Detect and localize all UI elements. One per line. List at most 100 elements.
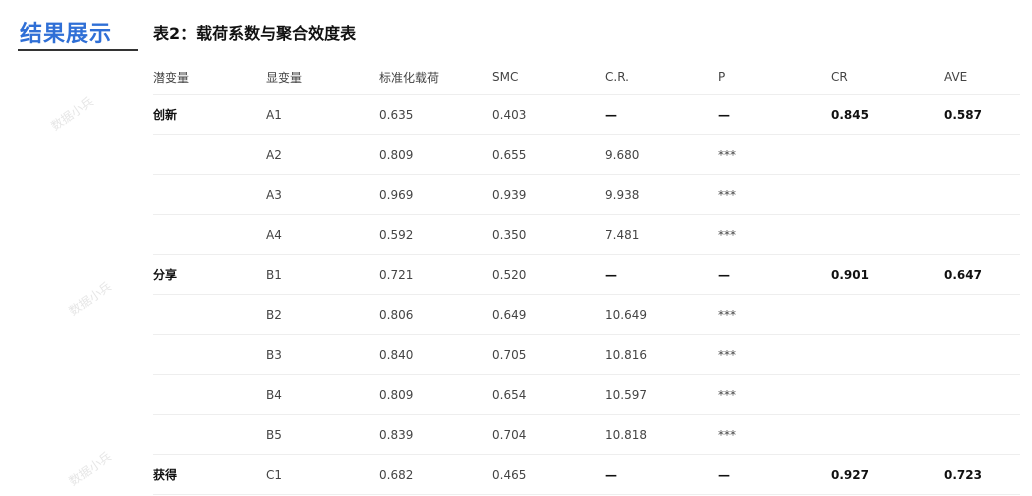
latent-variable-cell bbox=[153, 294, 266, 335]
loading-cell: 0.682 bbox=[379, 454, 492, 495]
smc-cell: 0.649 bbox=[492, 294, 605, 335]
header-composite-reliability: CR bbox=[831, 70, 848, 84]
ave-cell: 0.723 bbox=[944, 454, 1020, 495]
ave-cell bbox=[944, 294, 1020, 335]
critical-ratio-cell: — bbox=[605, 254, 718, 295]
header-smc: SMC bbox=[492, 70, 519, 84]
composite-reliability-cell: 0.845 bbox=[831, 94, 944, 135]
smc-cell: 0.705 bbox=[492, 334, 605, 375]
critical-ratio-cell: 10.816 bbox=[605, 334, 718, 375]
loading-cell: 0.592 bbox=[379, 214, 492, 255]
loading-cell: 0.840 bbox=[379, 334, 492, 375]
table-title: 表2：载荷系数与聚合效度表 bbox=[153, 24, 357, 43]
observed-variable-cell: B5 bbox=[266, 414, 379, 455]
composite-reliability-cell bbox=[831, 134, 944, 175]
composite-reliability-cell bbox=[831, 334, 944, 375]
observed-variable-cell: B4 bbox=[266, 374, 379, 415]
header-p-value: P bbox=[718, 70, 726, 84]
observed-variable-cell: B1 bbox=[266, 254, 379, 295]
latent-variable-cell bbox=[153, 414, 266, 455]
ave-cell bbox=[944, 374, 1020, 415]
composite-reliability-cell: 0.901 bbox=[831, 254, 944, 295]
composite-reliability-cell bbox=[831, 214, 944, 255]
latent-variable-cell bbox=[153, 134, 266, 175]
ave-cell bbox=[944, 134, 1020, 175]
composite-reliability-cell bbox=[831, 294, 944, 335]
table-row: B3 0.840 0.705 10.816 *** bbox=[153, 334, 1020, 375]
critical-ratio-cell: 9.680 bbox=[605, 134, 718, 175]
watermark: 数据小兵 bbox=[66, 449, 114, 489]
watermark: 数据小兵 bbox=[48, 94, 96, 134]
composite-reliability-cell bbox=[831, 414, 944, 455]
ave-cell: 0.647 bbox=[944, 254, 1020, 295]
smc-cell: 0.520 bbox=[492, 254, 605, 295]
composite-reliability-cell bbox=[831, 174, 944, 215]
ave-cell bbox=[944, 214, 1020, 255]
table-row: B2 0.806 0.649 10.649 *** bbox=[153, 294, 1020, 335]
composite-reliability-cell: 0.927 bbox=[831, 454, 944, 495]
smc-cell: 0.350 bbox=[492, 214, 605, 255]
observed-variable-cell: A1 bbox=[266, 94, 379, 135]
observed-variable-cell: A3 bbox=[266, 174, 379, 215]
smc-cell: 0.465 bbox=[492, 454, 605, 495]
latent-variable-cell bbox=[153, 334, 266, 375]
table-header-row: 潜变量 显变量 标准化载荷 SMC C.R. P CR AVE bbox=[153, 60, 1020, 95]
loading-cell: 0.635 bbox=[379, 94, 492, 135]
observed-variable-cell: A4 bbox=[266, 214, 379, 255]
header-standardized-loading: 标准化载荷 bbox=[379, 70, 440, 85]
loading-coefficient-table: 潜变量 显变量 标准化载荷 SMC C.R. P CR AVE 创新 A1 0.… bbox=[153, 60, 1020, 495]
p-value-cell: *** bbox=[718, 174, 831, 215]
critical-ratio-cell: — bbox=[605, 454, 718, 495]
latent-variable-cell: 创新 bbox=[153, 94, 266, 135]
section-title-underline bbox=[18, 49, 138, 51]
latent-variable-cell bbox=[153, 214, 266, 255]
table-row: 创新 A1 0.635 0.403 — — 0.845 0.587 bbox=[153, 94, 1020, 135]
loading-cell: 0.809 bbox=[379, 134, 492, 175]
critical-ratio-cell: 9.938 bbox=[605, 174, 718, 215]
loading-cell: 0.721 bbox=[379, 254, 492, 295]
latent-variable-cell bbox=[153, 174, 266, 215]
p-value-cell: *** bbox=[718, 334, 831, 375]
loading-cell: 0.806 bbox=[379, 294, 492, 335]
p-value-cell: *** bbox=[718, 374, 831, 415]
p-value-cell: *** bbox=[718, 214, 831, 255]
table-row: B4 0.809 0.654 10.597 *** bbox=[153, 374, 1020, 415]
header-latent-variable: 潜变量 bbox=[153, 70, 190, 85]
latent-variable-cell: 分享 bbox=[153, 254, 266, 295]
observed-variable-cell: B3 bbox=[266, 334, 379, 375]
loading-cell: 0.969 bbox=[379, 174, 492, 215]
observed-variable-cell: B2 bbox=[266, 294, 379, 335]
p-value-cell: — bbox=[718, 94, 831, 135]
critical-ratio-cell: 7.481 bbox=[605, 214, 718, 255]
latent-variable-cell: 获得 bbox=[153, 454, 266, 495]
critical-ratio-cell: 10.649 bbox=[605, 294, 718, 335]
ave-cell bbox=[944, 414, 1020, 455]
ave-cell bbox=[944, 334, 1020, 375]
table-row: A2 0.809 0.655 9.680 *** bbox=[153, 134, 1020, 175]
latent-variable-cell bbox=[153, 374, 266, 415]
smc-cell: 0.654 bbox=[492, 374, 605, 415]
smc-cell: 0.704 bbox=[492, 414, 605, 455]
table-row: 分享 B1 0.721 0.520 — — 0.901 0.647 bbox=[153, 254, 1020, 295]
loading-cell: 0.839 bbox=[379, 414, 492, 455]
ave-cell: 0.587 bbox=[944, 94, 1020, 135]
section-title: 结果展示 bbox=[20, 22, 113, 47]
watermark: 数据小兵 bbox=[66, 279, 114, 319]
smc-cell: 0.939 bbox=[492, 174, 605, 215]
table-row: B5 0.839 0.704 10.818 *** bbox=[153, 414, 1020, 455]
critical-ratio-cell: 10.818 bbox=[605, 414, 718, 455]
critical-ratio-cell: 10.597 bbox=[605, 374, 718, 415]
header-critical-ratio: C.R. bbox=[605, 70, 629, 84]
p-value-cell: *** bbox=[718, 134, 831, 175]
p-value-cell: *** bbox=[718, 414, 831, 455]
smc-cell: 0.403 bbox=[492, 94, 605, 135]
table-row: 获得 C1 0.682 0.465 — — 0.927 0.723 bbox=[153, 454, 1020, 495]
loading-cell: 0.809 bbox=[379, 374, 492, 415]
smc-cell: 0.655 bbox=[492, 134, 605, 175]
header-observed-variable: 显变量 bbox=[266, 70, 303, 85]
p-value-cell: *** bbox=[718, 294, 831, 335]
p-value-cell: — bbox=[718, 254, 831, 295]
table-row: A4 0.592 0.350 7.481 *** bbox=[153, 214, 1020, 255]
header-ave: AVE bbox=[944, 70, 968, 84]
observed-variable-cell: A2 bbox=[266, 134, 379, 175]
